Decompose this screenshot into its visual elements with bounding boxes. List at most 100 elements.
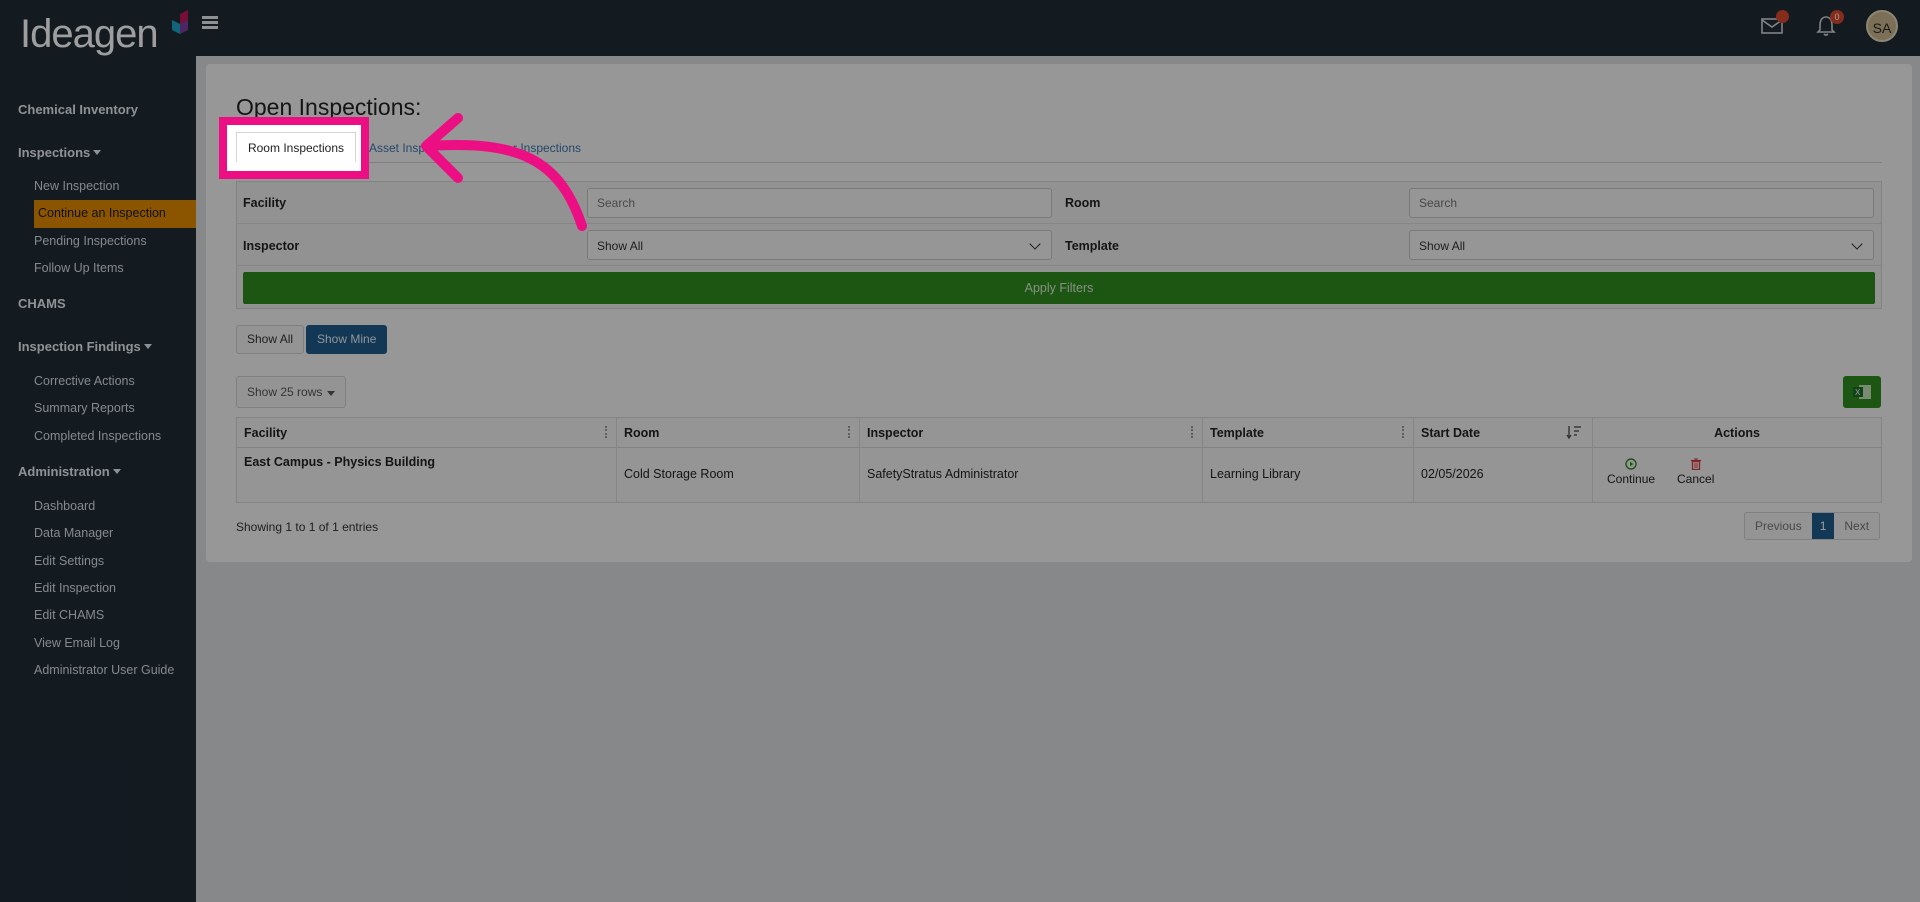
filter-row: Facility Room — [237, 182, 1881, 224]
inspector-select[interactable]: Show All — [587, 230, 1052, 260]
nav-continue-inspection[interactable]: Continue an Inspection — [34, 200, 196, 228]
filter-row: Inspector Show All Template Show All — [237, 224, 1881, 266]
column-header-label: Room — [624, 426, 660, 440]
excel-export-button[interactable]: X — [1843, 376, 1881, 408]
nav-chemical-inventory[interactable]: Chemical Inventory — [18, 102, 138, 117]
nav-data-manager[interactable]: Data Manager — [34, 526, 113, 540]
nav-inspections-label: Inspections — [18, 145, 91, 160]
template-label: Template — [1065, 239, 1119, 253]
column-header-start-date[interactable]: Start Date — [1414, 418, 1593, 448]
room-label: Room — [1065, 196, 1101, 210]
chevron-down-icon — [1851, 238, 1863, 250]
inspector-value: SafetyStratus Administrator — [867, 467, 1019, 481]
play-circle-icon — [1625, 458, 1637, 470]
nav-summary-reports[interactable]: Summary Reports — [34, 401, 135, 415]
nav-administration[interactable]: Administration — [18, 464, 121, 479]
logo-text: Ideagen — [20, 11, 159, 56]
next-page-button[interactable]: Next — [1834, 513, 1880, 539]
facility-search-input[interactable] — [587, 188, 1052, 218]
cancel-button[interactable]: Cancel — [1677, 458, 1714, 486]
continue-label: Continue — [1607, 472, 1656, 486]
start-date-value: 02/05/2026 — [1421, 467, 1484, 481]
nav-edit-settings[interactable]: Edit Settings — [34, 554, 104, 568]
nav-follow-up-items[interactable]: Follow Up Items — [34, 261, 124, 275]
column-header-inspector[interactable]: Inspector — [860, 418, 1203, 448]
column-header-actions: Actions — [1593, 418, 1881, 448]
rows-per-page-label: Show 25 rows — [247, 385, 323, 399]
column-resize-handle[interactable] — [1191, 426, 1194, 438]
nav-edit-chams[interactable]: Edit CHAMS — [34, 608, 104, 622]
page-1-button[interactable]: 1 — [1811, 513, 1835, 539]
continue-button[interactable]: Continue — [1607, 458, 1655, 486]
template-value: Learning Library — [1210, 467, 1301, 481]
column-resize-handle[interactable] — [605, 426, 608, 438]
table-cell-inspector: SafetyStratus Administrator — [860, 448, 1203, 502]
tab-asset-inspections[interactable]: Asset Insp — [369, 141, 425, 155]
notification-count-badge: 0 — [1830, 10, 1844, 24]
nav-administration-label: Administration — [18, 464, 110, 479]
nav-inspection-findings[interactable]: Inspection Findings — [18, 339, 152, 354]
apply-filters-button[interactable]: Apply Filters — [243, 272, 1875, 304]
table-cell-room: Cold Storage Room — [617, 448, 860, 502]
table-cell-actions: Continue Cancel — [1593, 448, 1881, 502]
table-cell-start-date: 02/05/2026 — [1414, 448, 1593, 502]
table-cell-facility: East Campus - Physics Building — [237, 448, 617, 502]
column-header-label: Facility — [244, 426, 288, 440]
chevron-down-icon — [1029, 238, 1041, 250]
nav-inspection-findings-label: Inspection Findings — [18, 339, 141, 354]
cancel-label: Cancel — [1677, 472, 1715, 486]
template-select[interactable]: Show All — [1409, 230, 1874, 260]
logo-mark-icon — [172, 10, 188, 34]
sort-descending-icon[interactable] — [1566, 425, 1582, 439]
facility-value: East Campus - Physics Building — [244, 455, 436, 469]
tab-room-inspections[interactable]: Room Inspections — [236, 132, 356, 162]
tabs-divider — [236, 162, 1882, 163]
nav-corrective-actions[interactable]: Corrective Actions — [34, 374, 135, 388]
sidebar: Chemical Inventory Inspections New Inspe… — [0, 56, 196, 902]
table-cell-template: Learning Library — [1203, 448, 1414, 502]
column-header-template[interactable]: Template — [1203, 418, 1414, 448]
user-avatar[interactable]: SA — [1866, 10, 1898, 42]
show-all-button[interactable]: Show All — [236, 325, 305, 354]
facility-label: Facility — [243, 196, 287, 210]
nav-completed-inspections[interactable]: Completed Inspections — [34, 429, 161, 443]
tab-other-inspections[interactable]: r Inspections — [513, 141, 581, 155]
excel-icon: X — [1853, 385, 1871, 399]
hamburger-menu-icon[interactable] — [202, 16, 218, 30]
filter-panel: Facility Room Inspector Show All Templat… — [236, 181, 1882, 309]
previous-page-button[interactable]: Previous — [1745, 513, 1812, 539]
nav-dashboard[interactable]: Dashboard — [34, 499, 95, 513]
nav-view-email-log[interactable]: View Email Log — [34, 636, 120, 650]
column-header-label: Inspector — [867, 426, 924, 440]
template-select-value: Show All — [1419, 239, 1466, 253]
column-header-label: Template — [1210, 426, 1264, 440]
inspector-select-value: Show All — [597, 239, 644, 253]
bell-icon[interactable]: 0 — [1812, 10, 1844, 40]
table-info: Showing 1 to 1 of 1 entries — [236, 520, 379, 534]
column-header-label: Start Date — [1421, 426, 1481, 440]
mail-alert-badge — [1776, 10, 1789, 23]
show-mine-button[interactable]: Show Mine — [306, 325, 388, 354]
caret-down-icon — [93, 150, 102, 155]
room-search-input[interactable] — [1409, 188, 1874, 218]
column-header-facility[interactable]: Facility — [237, 418, 617, 448]
nav-chams[interactable]: CHAMS — [18, 296, 66, 311]
caret-down-icon — [112, 469, 121, 474]
mail-icon[interactable] — [1758, 10, 1789, 40]
nav-inspections[interactable]: Inspections — [18, 145, 102, 160]
nav-edit-inspection[interactable]: Edit Inspection — [34, 581, 116, 595]
column-header-room[interactable]: Room — [617, 418, 860, 448]
trash-icon — [1690, 458, 1701, 470]
caret-down-icon — [143, 344, 152, 349]
pagination: Previous 1 Next — [1744, 512, 1881, 540]
column-resize-handle[interactable] — [1402, 426, 1405, 438]
ideagen-logo[interactable]: Ideagen — [20, 10, 188, 56]
nav-administrator-user-guide[interactable]: Administrator User Guide — [34, 663, 174, 677]
top-bar: Ideagen 0 SA — [0, 0, 1920, 56]
rows-per-page-button[interactable]: Show 25 rows — [236, 376, 346, 408]
nav-new-inspection[interactable]: New Inspection — [34, 179, 119, 193]
inspections-table: Facility Room Inspector Template Start D… — [236, 417, 1882, 503]
room-value: Cold Storage Room — [624, 467, 734, 481]
column-resize-handle[interactable] — [848, 426, 851, 438]
nav-pending-inspections[interactable]: Pending Inspections — [34, 234, 147, 248]
